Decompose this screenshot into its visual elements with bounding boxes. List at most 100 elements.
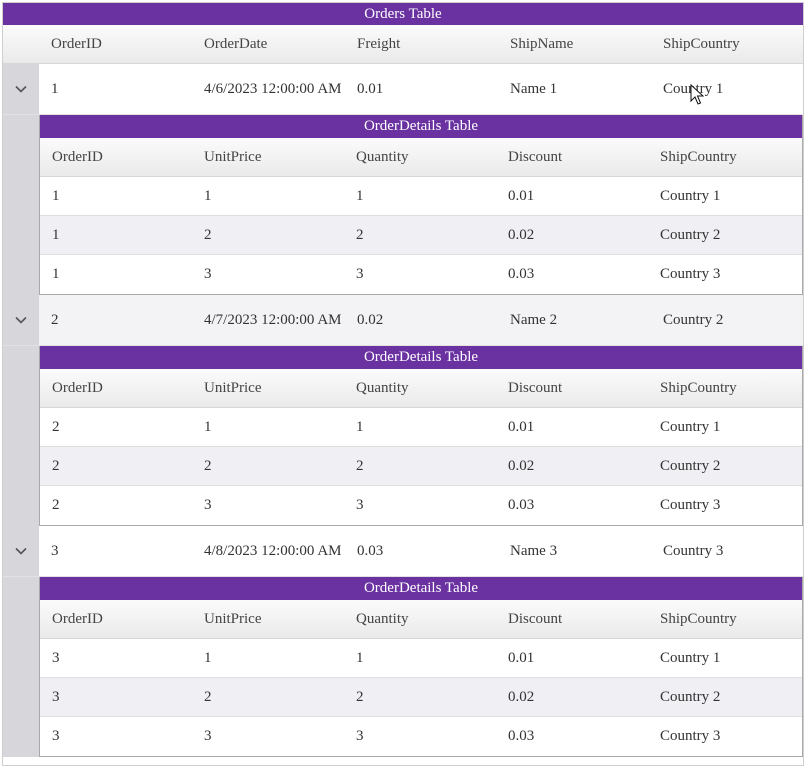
cell-unitprice[interactable]: 3 [192,497,344,514]
header-shipcountry[interactable]: ShipCountry [648,149,800,166]
header-discount[interactable]: Discount [496,380,648,397]
cell-shipcountry[interactable]: Country 3 [651,540,803,562]
cell-orderid[interactable]: 2 [39,309,192,331]
detail-row[interactable]: 2 2 2 0.02 Country 2 [40,447,802,486]
cell-discount[interactable]: 0.02 [496,227,648,244]
cell-quantity[interactable]: 3 [344,728,496,745]
header-quantity[interactable]: Quantity [344,611,496,628]
cell-discount[interactable]: 0.03 [496,497,648,514]
header-unitprice[interactable]: UnitPrice [192,149,344,166]
header-discount[interactable]: Discount [496,149,648,166]
cell-orderid[interactable]: 1 [39,78,192,100]
cell-shipcountry[interactable]: Country 3 [648,728,800,745]
cell-unitprice[interactable]: 1 [192,419,344,436]
header-orderid[interactable]: OrderID [40,611,192,628]
cell-shipname[interactable]: Name 1 [498,78,651,100]
orders-header-row: OrderID OrderDate Freight ShipName ShipC… [3,25,803,64]
cell-quantity[interactable]: 2 [344,227,496,244]
detail-gutter [3,577,39,757]
cell-orderid[interactable]: 3 [39,540,192,562]
cell-discount[interactable]: 0.01 [496,419,648,436]
detail-row[interactable]: 3 2 2 0.02 Country 2 [40,678,802,717]
cell-unitprice[interactable]: 2 [192,689,344,706]
details-section: OrderDetails Table OrderID UnitPrice Qua… [3,346,803,526]
cell-orderdate[interactable]: 4/6/2023 12:00:00 AM [192,78,345,100]
order-row[interactable]: 2 4/7/2023 12:00:00 AM 0.02 Name 2 Count… [3,295,803,346]
cell-shipname[interactable]: Name 3 [498,540,651,562]
header-orderid[interactable]: OrderID [39,36,192,53]
cell-shipcountry[interactable]: Country 2 [648,689,800,706]
header-discount[interactable]: Discount [496,611,648,628]
cell-orderid[interactable]: 1 [40,266,192,283]
cell-quantity[interactable]: 2 [344,689,496,706]
cell-unitprice[interactable]: 1 [192,650,344,667]
cell-quantity[interactable]: 2 [344,458,496,475]
detail-row[interactable]: 1 3 3 0.03 Country 3 [40,255,802,294]
cell-unitprice[interactable]: 3 [192,266,344,283]
cell-discount[interactable]: 0.01 [496,188,648,205]
header-orderid[interactable]: OrderID [40,149,192,166]
cell-quantity[interactable]: 3 [344,497,496,514]
cell-shipcountry[interactable]: Country 2 [648,227,800,244]
cell-quantity[interactable]: 1 [344,188,496,205]
cell-unitprice[interactable]: 3 [192,728,344,745]
header-quantity[interactable]: Quantity [344,380,496,397]
cell-freight[interactable]: 0.01 [345,78,498,100]
cell-orderid[interactable]: 1 [40,227,192,244]
cell-discount[interactable]: 0.01 [496,650,648,667]
cell-quantity[interactable]: 1 [344,650,496,667]
cell-unitprice[interactable]: 2 [192,458,344,475]
cell-orderdate[interactable]: 4/7/2023 12:00:00 AM [192,309,345,331]
cell-orderid[interactable]: 3 [40,689,192,706]
cell-orderdate[interactable]: 4/8/2023 12:00:00 AM [192,540,345,562]
header-orderid[interactable]: OrderID [40,380,192,397]
cell-discount[interactable]: 0.02 [496,689,648,706]
header-unitprice[interactable]: UnitPrice [192,611,344,628]
header-shipname[interactable]: ShipName [498,36,651,53]
cell-shipcountry[interactable]: Country 1 [648,650,800,667]
cell-quantity[interactable]: 1 [344,419,496,436]
cell-quantity[interactable]: 3 [344,266,496,283]
cell-shipcountry[interactable]: Country 1 [648,419,800,436]
header-shipcountry[interactable]: ShipCountry [648,380,800,397]
cell-shipname[interactable]: Name 2 [498,309,651,331]
expander-button[interactable] [3,526,39,576]
header-freight[interactable]: Freight [345,36,498,53]
header-shipcountry[interactable]: ShipCountry [651,36,803,53]
cell-shipcountry[interactable]: Country 3 [648,497,800,514]
cell-shipcountry[interactable]: Country 1 [651,78,803,100]
cell-unitprice[interactable]: 1 [192,188,344,205]
header-shipcountry[interactable]: ShipCountry [648,611,800,628]
cell-freight[interactable]: 0.02 [345,309,498,331]
expander-button[interactable] [3,64,39,114]
header-unitprice[interactable]: UnitPrice [192,380,344,397]
order-row[interactable]: 1 4/6/2023 12:00:00 AM 0.01 Name 1 Count… [3,64,803,115]
detail-row[interactable]: 3 3 3 0.03 Country 3 [40,717,802,756]
order-row[interactable]: 3 4/8/2023 12:00:00 AM 0.03 Name 3 Count… [3,526,803,577]
cell-discount[interactable]: 0.03 [496,266,648,283]
cell-orderid[interactable]: 2 [40,419,192,436]
cell-shipcountry[interactable]: Country 1 [648,188,800,205]
orderdetails-header-row: OrderID UnitPrice Quantity Discount Ship… [40,138,802,177]
detail-row[interactable]: 2 3 3 0.03 Country 3 [40,486,802,525]
cell-unitprice[interactable]: 2 [192,227,344,244]
cell-orderid[interactable]: 3 [40,728,192,745]
cell-orderid[interactable]: 1 [40,188,192,205]
orders-grid: Orders Table OrderID OrderDate Freight S… [2,2,804,766]
cell-orderid[interactable]: 2 [40,497,192,514]
detail-row[interactable]: 1 2 2 0.02 Country 2 [40,216,802,255]
cell-discount[interactable]: 0.02 [496,458,648,475]
header-quantity[interactable]: Quantity [344,149,496,166]
cell-orderid[interactable]: 3 [40,650,192,667]
header-orderdate[interactable]: OrderDate [192,36,345,53]
detail-row[interactable]: 2 1 1 0.01 Country 1 [40,408,802,447]
detail-row[interactable]: 3 1 1 0.01 Country 1 [40,639,802,678]
cell-freight[interactable]: 0.03 [345,540,498,562]
expander-button[interactable] [3,295,39,345]
cell-shipcountry[interactable]: Country 2 [648,458,800,475]
cell-shipcountry[interactable]: Country 2 [651,309,803,331]
cell-discount[interactable]: 0.03 [496,728,648,745]
cell-shipcountry[interactable]: Country 3 [648,266,800,283]
cell-orderid[interactable]: 2 [40,458,192,475]
detail-row[interactable]: 1 1 1 0.01 Country 1 [40,177,802,216]
